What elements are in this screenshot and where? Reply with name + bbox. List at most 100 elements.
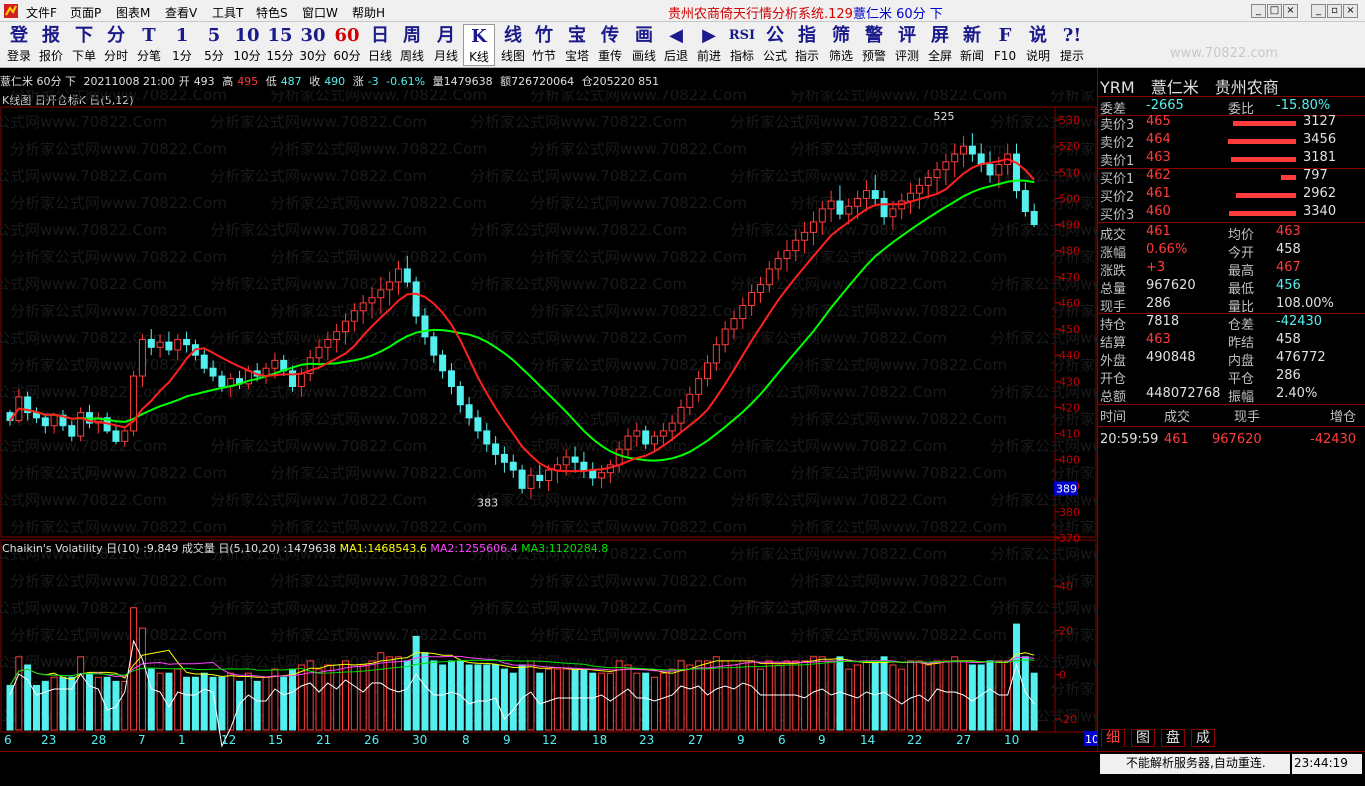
ticks-header-vol: 现手 bbox=[1234, 410, 1261, 425]
toolbar-button-18[interactable]: 传重传 bbox=[594, 24, 626, 66]
toolbar-button-20[interactable]: ◀ 后退 bbox=[660, 24, 692, 66]
volume-bar bbox=[103, 676, 111, 731]
sub-close-button[interactable]: × bbox=[1343, 4, 1358, 18]
candle-body bbox=[527, 474, 535, 489]
watermark-text: 分析家公式网www.70822.Com bbox=[270, 302, 487, 320]
row-value-2: 286 bbox=[1276, 368, 1301, 383]
toolbar-button-21[interactable]: ▶ 前进 bbox=[693, 24, 725, 66]
watermark-text: 分析家公式网www.70822.Com bbox=[0, 275, 167, 293]
sub-restore-button[interactable]: ▫ bbox=[1327, 4, 1342, 18]
toolbar-button-14[interactable]: K K线 bbox=[463, 24, 495, 66]
toolbar-button-13[interactable]: 月月线 bbox=[430, 24, 462, 66]
toolbar-button-26[interactable]: 警预警 bbox=[858, 24, 890, 66]
toolbar-button-0[interactable]: 登登录 bbox=[3, 24, 35, 66]
candle-body bbox=[677, 406, 685, 424]
candle-body bbox=[968, 145, 976, 155]
volume-bar bbox=[421, 652, 429, 731]
volume-bar bbox=[589, 672, 597, 731]
volume-bar bbox=[642, 672, 650, 731]
panel-tab-3[interactable]: 成 bbox=[1191, 729, 1215, 747]
watermark-text: 分析家公式网www.70822.Com bbox=[270, 626, 487, 644]
toolbar-button-25[interactable]: 筛筛选 bbox=[825, 24, 857, 66]
candle-body bbox=[147, 338, 155, 348]
watermark-text: 分析家公式网www.70822.Com bbox=[730, 113, 947, 131]
row-value-2: 456 bbox=[1276, 278, 1301, 293]
toolbar-icon-12: 周 bbox=[403, 25, 421, 46]
x-axis-label: 22 bbox=[907, 733, 922, 747]
sub-minimize-button[interactable]: _ bbox=[1311, 4, 1326, 18]
watermark-text: 分析家公式网www.70822.Com bbox=[210, 491, 427, 509]
x-axis-label: 30 bbox=[412, 733, 427, 747]
watermark-text: 分析家公式网www.70822.Com bbox=[730, 437, 947, 455]
ma1-label: MA1:1468543.6 bbox=[339, 542, 427, 555]
menu-tools[interactable]: 工具T bbox=[212, 4, 243, 21]
menu-window[interactable]: 窗口W bbox=[302, 4, 338, 21]
toolbar-button-11[interactable]: 日日线 bbox=[364, 24, 396, 66]
menu-help[interactable]: 帮助H bbox=[352, 4, 385, 21]
watermark-text: 分析家公式网www.70822.Com bbox=[730, 491, 947, 509]
toolbar-button-32[interactable]: ?! 提示 bbox=[1056, 24, 1088, 66]
toolbar-button-2[interactable]: 下下单 bbox=[68, 24, 100, 66]
row-value: 463 bbox=[1146, 332, 1171, 347]
toolbar-button-12[interactable]: 周周线 bbox=[396, 24, 428, 66]
toolbar-button-5[interactable]: 1 1分 bbox=[166, 24, 198, 66]
toolbar-button-23[interactable]: 公公式 bbox=[759, 24, 791, 66]
toolbar-button-22[interactable]: RSI 指标 bbox=[726, 24, 758, 66]
candle-body bbox=[315, 346, 323, 359]
kline-chart[interactable]: 分析家公式网www.70822.Com 分析家公式网www.70822.Com 分析… bbox=[0, 90, 1097, 750]
toolbar-button-3[interactable]: 分分时 bbox=[100, 24, 132, 66]
toolbar-button-29[interactable]: 新新闻 bbox=[956, 24, 988, 66]
panel-separator bbox=[1098, 96, 1365, 97]
toolbar-button-27[interactable]: 评评测 bbox=[891, 24, 923, 66]
toolbar-button-28[interactable]: 屏全屏 bbox=[924, 24, 956, 66]
candle-body bbox=[624, 435, 632, 450]
menu-page[interactable]: 页面P bbox=[70, 4, 101, 21]
x-axis-label: 14 bbox=[860, 733, 875, 747]
toolbar-icon-13: 月 bbox=[437, 25, 455, 46]
toolbar-button-16[interactable]: 竹竹节 bbox=[528, 24, 560, 66]
menu-chart[interactable]: 图表M bbox=[116, 4, 150, 21]
volume-bar bbox=[977, 664, 985, 731]
price-tick-label: 490 bbox=[1059, 219, 1080, 232]
volume-bar bbox=[280, 676, 288, 731]
toolbar-button-15[interactable]: 线线图 bbox=[497, 24, 529, 66]
volume-bar bbox=[562, 668, 570, 731]
toolbar-label-21: 前进 bbox=[696, 49, 721, 63]
toolbar-button-24[interactable]: 指指示 bbox=[791, 24, 823, 66]
watermark-text: 分析家公式网www.70822.Com bbox=[730, 599, 947, 617]
toolbar-button-4[interactable]: T 分笔 bbox=[133, 24, 165, 66]
menu-view[interactable]: 查看V bbox=[165, 4, 197, 21]
minimize-button[interactable]: _ bbox=[1251, 4, 1266, 18]
volume-bar bbox=[1013, 623, 1021, 731]
maximize-button[interactable]: □ bbox=[1267, 4, 1282, 18]
toolbar-icon-2: 下 bbox=[75, 25, 93, 46]
volume-bar bbox=[580, 668, 588, 731]
panel-tab-2[interactable]: 盘 bbox=[1161, 729, 1185, 747]
candle-body bbox=[50, 414, 58, 427]
toolbar-button-8[interactable]: 15 15分 bbox=[264, 24, 296, 66]
menu-file[interactable]: 文件F bbox=[26, 4, 57, 21]
watermark-text: 分析家公式网www.70822.Com bbox=[790, 356, 1007, 374]
row-label: 开仓 bbox=[1100, 372, 1127, 387]
close-button[interactable]: × bbox=[1283, 4, 1298, 18]
candle-body bbox=[289, 370, 297, 387]
panel-tab-1[interactable]: 图 bbox=[1131, 729, 1155, 747]
candle-body bbox=[659, 430, 667, 437]
toolbar-icon-1: 报 bbox=[42, 25, 60, 46]
toolbar-button-6[interactable]: 5 5分 bbox=[198, 24, 230, 66]
toolbar-button-19[interactable]: 画画线 bbox=[628, 24, 660, 66]
panel-tab-0[interactable]: 细 bbox=[1101, 729, 1125, 747]
toolbar-button-7[interactable]: 10 10分 bbox=[231, 24, 263, 66]
toolbar-button-9[interactable]: 30 30分 bbox=[297, 24, 329, 66]
candle-body bbox=[492, 443, 500, 455]
toolbar-button-1[interactable]: 报报价 bbox=[35, 24, 67, 66]
toolbar-button-30[interactable]: F F10 bbox=[989, 24, 1021, 66]
toolbar-button-31[interactable]: 说说明 bbox=[1022, 24, 1054, 66]
candle-body bbox=[403, 268, 411, 283]
menu-special[interactable]: 特色S bbox=[256, 4, 288, 21]
row-value-2: 467 bbox=[1276, 260, 1301, 275]
tick-time: 20:59:59 bbox=[1100, 432, 1159, 447]
toolbar-button-17[interactable]: 宝宝塔 bbox=[561, 24, 593, 66]
toolbar-icon-3: 分 bbox=[107, 25, 125, 46]
toolbar-button-10[interactable]: 60 60分 bbox=[331, 24, 363, 66]
